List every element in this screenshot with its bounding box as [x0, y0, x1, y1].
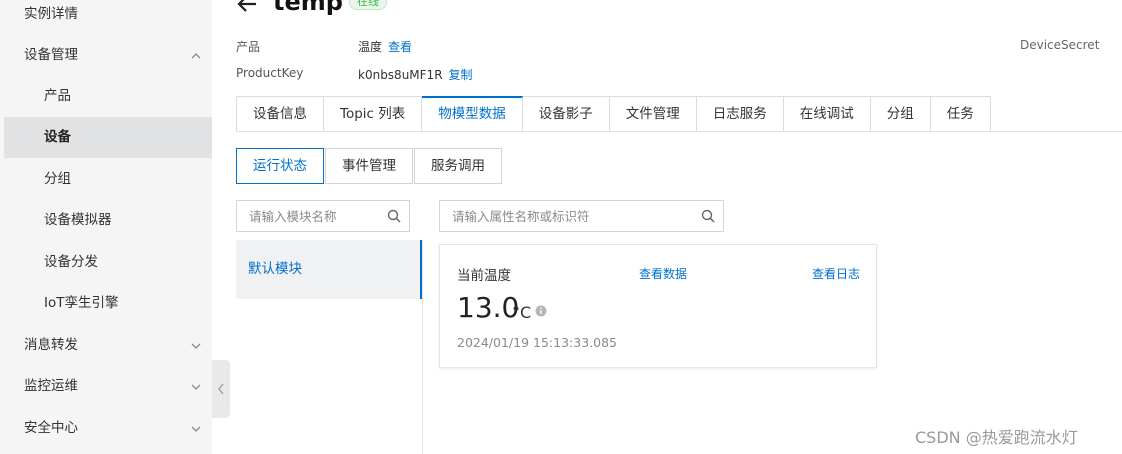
subtab-running-status[interactable]: 运行状态 — [236, 148, 324, 184]
productkey-value: k0nbs8uMF1R — [358, 68, 443, 82]
device-tabs: 设备信息 Topic 列表 物模型数据 设备影子 文件管理 日志服务 在线调试 … — [236, 96, 991, 132]
property-card: 当前温度 查看数据 查看日志 13.0 °C 2024/01/19 15:13:… — [439, 244, 877, 368]
sidebar-item-devices[interactable]: 设备 — [4, 117, 212, 158]
sidebar-item-label: 监控运维 — [24, 378, 78, 394]
sidebar-item-device-distribution[interactable]: 设备分发 — [4, 242, 212, 283]
page-title: temp — [273, 0, 343, 16]
tab-tasks[interactable]: 任务 — [930, 96, 991, 132]
chevron-down-icon — [188, 325, 204, 366]
subtab-event-management[interactable]: 事件管理 — [325, 148, 413, 184]
chevron-up-icon — [188, 35, 204, 76]
module-divider — [422, 240, 423, 454]
property-unit: °C — [512, 303, 532, 322]
sidebar-item-message-forwarding[interactable]: 消息转发 — [4, 325, 212, 366]
sidebar-item-groups[interactable]: 分组 — [4, 159, 212, 200]
status-badge: 在线 — [349, 0, 387, 10]
sidebar-item-label: 实例详情 — [24, 6, 78, 22]
tab-device-shadow[interactable]: 设备影子 — [522, 96, 610, 132]
sidebar-item-label: IoT孪生引擎 — [44, 295, 119, 311]
view-log-link[interactable]: 查看日志 — [812, 265, 860, 282]
property-search-input[interactable] — [440, 201, 700, 231]
sidebar-item-monitoring[interactable]: 监控运维 — [4, 366, 212, 407]
sidebar: 实例详情 设备管理 产品 设备 分组 设备模拟器 设备分发 IoT孪生引擎 消息… — [0, 0, 212, 454]
sidebar-item-label: 产品 — [44, 88, 71, 104]
subtab-group: 运行状态 事件管理 服务调用 — [236, 148, 502, 184]
module-item-default[interactable]: 默认模块 — [236, 240, 422, 299]
property-value: 13.0 — [457, 291, 520, 324]
sidebar-item-label: 设备管理 — [24, 47, 78, 63]
search-icon[interactable] — [701, 209, 715, 223]
copy-productkey-link[interactable]: 复制 — [449, 68, 473, 82]
view-product-link[interactable]: 查看 — [388, 40, 412, 54]
product-label: 产品 — [236, 40, 261, 54]
sidebar-item-label: 消息转发 — [24, 337, 78, 353]
tab-divider — [236, 131, 1122, 132]
sidebar-item-security-center[interactable]: 安全中心 — [4, 408, 212, 449]
sidebar-item-device-management[interactable]: 设备管理 — [4, 35, 212, 76]
sidebar-item-products[interactable]: 产品 — [4, 76, 212, 117]
product-value-row: 温度 查看 — [358, 38, 412, 55]
search-icon[interactable] — [387, 209, 401, 223]
chevron-down-icon — [188, 366, 204, 407]
watermark: CSDN @热爱跑流水灯 — [915, 428, 1078, 447]
back-arrow-icon[interactable] — [234, 0, 260, 16]
property-search — [439, 200, 724, 232]
devicesecret-label: DeviceSecret — [1020, 38, 1100, 52]
tab-thing-model-data[interactable]: 物模型数据 — [422, 96, 523, 132]
subtab-service-call[interactable]: 服务调用 — [414, 148, 502, 184]
tab-file-management[interactable]: 文件管理 — [609, 96, 697, 132]
module-search-input[interactable] — [237, 201, 387, 231]
tab-groups[interactable]: 分组 — [870, 96, 931, 132]
sidebar-item-label: 设备模拟器 — [44, 212, 112, 228]
tab-device-info[interactable]: 设备信息 — [236, 96, 324, 132]
chevron-left-icon — [218, 383, 224, 395]
tab-topic-list[interactable]: Topic 列表 — [324, 96, 423, 132]
chevron-down-icon — [188, 408, 204, 449]
sidebar-item-iot-twin-engine[interactable]: IoT孪生引擎 — [4, 283, 212, 324]
productkey-value-row: k0nbs8uMF1R 复制 — [358, 66, 473, 83]
sidebar-item-label: 设备分发 — [44, 254, 98, 270]
info-icon[interactable] — [535, 305, 547, 317]
property-name: 当前温度 — [457, 268, 511, 284]
productkey-label: ProductKey — [236, 66, 304, 80]
module-search — [236, 200, 410, 232]
sidebar-item-label: 安全中心 — [24, 420, 78, 436]
sidebar-item-label: 分组 — [44, 171, 71, 187]
module-list: 默认模块 — [236, 240, 422, 454]
sidebar-item-label: 设备 — [44, 129, 71, 145]
tab-online-debug[interactable]: 在线调试 — [783, 96, 871, 132]
sidebar-item-instance-details[interactable]: 实例详情 — [4, 0, 212, 35]
tab-log-service[interactable]: 日志服务 — [696, 96, 784, 132]
sidebar-collapse-button[interactable] — [212, 360, 230, 418]
sidebar-item-device-simulator[interactable]: 设备模拟器 — [4, 200, 212, 241]
property-timestamp: 2024/01/19 15:13:33.085 — [457, 335, 617, 350]
view-data-link[interactable]: 查看数据 — [639, 265, 687, 282]
product-value: 温度 — [358, 40, 383, 54]
